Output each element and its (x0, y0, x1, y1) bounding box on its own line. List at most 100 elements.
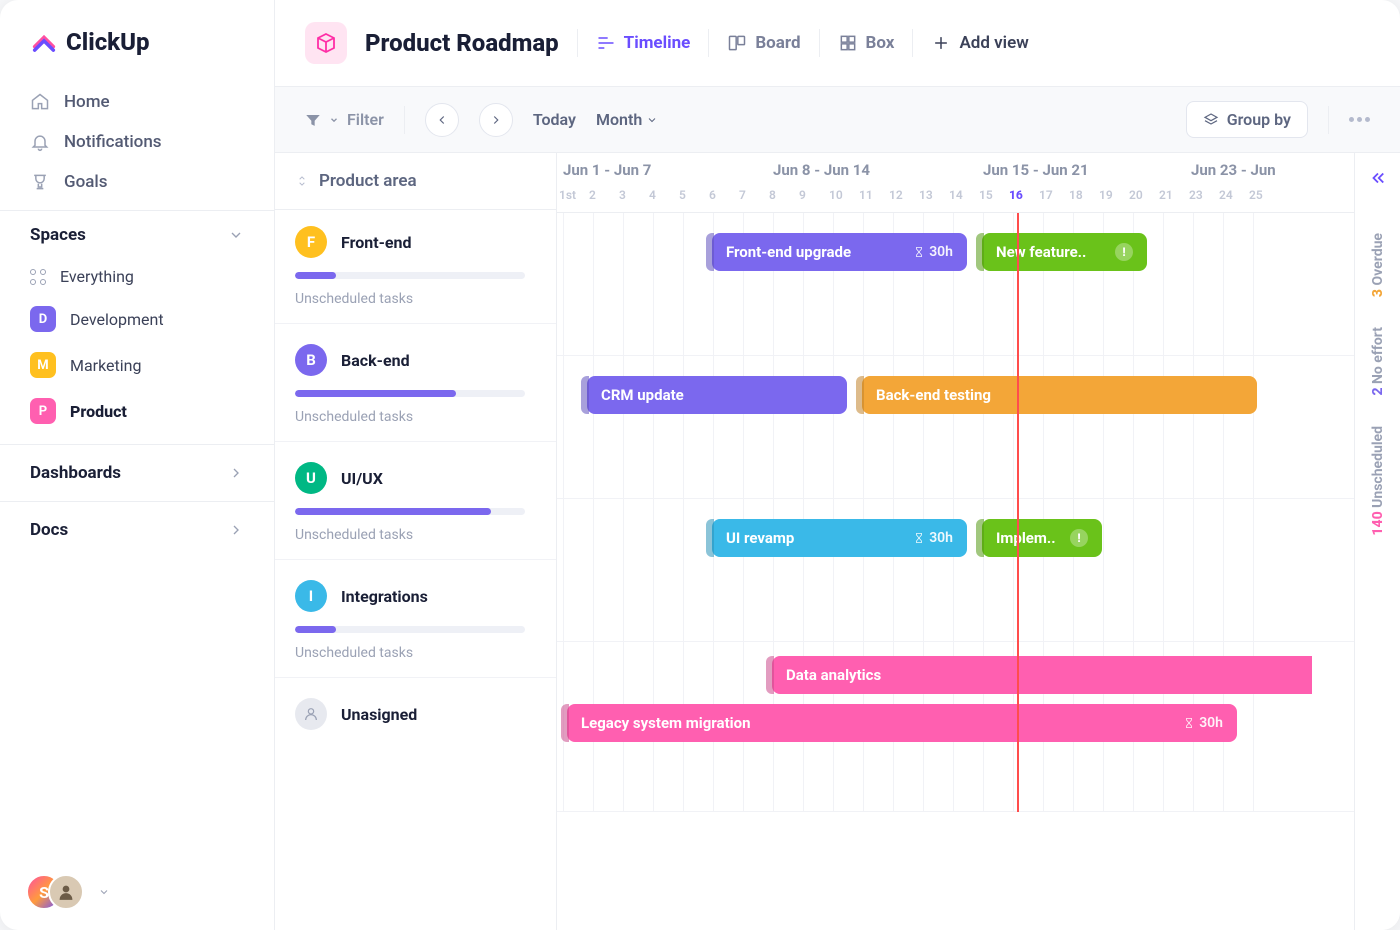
day-label: 19 (1099, 188, 1113, 202)
more-button[interactable] (1349, 117, 1370, 122)
bell-icon (30, 132, 50, 152)
timeline-icon (596, 33, 616, 53)
chevron-down-icon (646, 114, 658, 126)
count-unscheduled[interactable]: 140 Unscheduled (1370, 426, 1386, 536)
track-row: UI revamp 30h Implem.. ! (557, 499, 1400, 642)
filter-label: Filter (347, 110, 384, 129)
group-integrations[interactable]: IIntegrations Unscheduled tasks (275, 559, 556, 667)
task-bar-back-end-testing[interactable]: Back-end testing (862, 376, 1257, 414)
collapse-panel-button[interactable] (1355, 153, 1400, 203)
hourglass-icon (1183, 716, 1195, 730)
next-button[interactable] (479, 103, 513, 137)
group-uiux[interactable]: UUI/UX Unscheduled tasks (275, 441, 556, 549)
task-bar-ui-revamp[interactable]: UI revamp 30h (712, 519, 967, 557)
unscheduled-tasks-label[interactable]: Unscheduled tasks (295, 527, 536, 543)
user-icon (57, 883, 75, 901)
count-overdue[interactable]: 3 Overdue (1370, 233, 1386, 297)
day-label: 21 (1159, 188, 1173, 202)
group-frontend[interactable]: FFront-end Unscheduled tasks (275, 210, 556, 313)
layers-icon (1203, 112, 1219, 128)
prev-button[interactable] (425, 103, 459, 137)
track-row: Data analytics Legacy system migration 3… (557, 642, 1400, 812)
nav-dashboards[interactable]: Dashboards (0, 444, 274, 501)
day-label: 1st (559, 188, 576, 202)
trophy-icon (30, 172, 50, 192)
chevron-right-icon (489, 113, 503, 127)
divider (404, 106, 405, 134)
column-header[interactable]: Product area (275, 153, 556, 210)
add-view-label: Add view (959, 33, 1028, 53)
group-badge: F (295, 226, 327, 258)
unscheduled-tasks-label[interactable]: Unscheduled tasks (295, 645, 536, 661)
app-logo[interactable]: ClickUp (0, 0, 274, 74)
unscheduled-tasks-label[interactable]: Unscheduled tasks (295, 409, 536, 425)
group-badge: I (295, 580, 327, 612)
week-label: Jun 15 - Jun 21 (983, 161, 1089, 179)
group-label: Back-end (341, 351, 410, 370)
unscheduled-tasks-label[interactable]: Unscheduled tasks (295, 291, 536, 307)
space-badge: D (30, 306, 56, 332)
nav-goals-label: Goals (64, 172, 107, 192)
progress-bar (295, 508, 525, 515)
space-marketing-label: Marketing (70, 356, 141, 375)
right-panel: 3 Overdue 2 No effort 140 Unscheduled (1354, 153, 1400, 930)
view-box[interactable]: Box (838, 33, 895, 53)
nav-notifications[interactable]: Notifications (20, 122, 254, 162)
hourglass-icon (913, 245, 925, 259)
progress-bar (295, 390, 525, 397)
day-label: 12 (889, 188, 903, 202)
spaces-title: Spaces (30, 225, 86, 245)
view-board-label: Board (755, 33, 800, 53)
space-product[interactable]: P Product (20, 388, 254, 434)
column-header-label: Product area (319, 171, 417, 191)
nav-goals[interactable]: Goals (20, 162, 254, 202)
day-label: 3 (619, 188, 626, 202)
group-backend[interactable]: BBack-end Unscheduled tasks (275, 323, 556, 431)
task-bar-data-analytics[interactable]: Data analytics (772, 656, 1312, 694)
chevron-down-icon (98, 886, 110, 898)
task-bar-new-feature[interactable]: New feature.. ! (982, 233, 1147, 271)
chevron-right-icon (228, 465, 244, 481)
view-board[interactable]: Board (727, 33, 800, 53)
user-menu[interactable]: S (0, 854, 274, 930)
avatar (48, 874, 84, 910)
view-timeline[interactable]: Timeline (596, 33, 691, 53)
scale-dropdown[interactable]: Month (596, 110, 658, 129)
spaces-header[interactable]: Spaces (0, 210, 274, 255)
task-hours: 30h (929, 530, 953, 546)
day-label: 15 (979, 188, 993, 202)
space-development[interactable]: D Development (20, 296, 254, 342)
group-unassigned[interactable]: Unasigned (275, 677, 556, 736)
task-bar-front-end-upgrade[interactable]: Front-end upgrade 30h (712, 233, 967, 271)
filter-icon (305, 112, 321, 128)
view-box-label: Box (866, 33, 895, 53)
page-icon (305, 22, 347, 64)
task-bar-legacy-migration[interactable]: Legacy system migration 30h (567, 704, 1237, 742)
filter-button[interactable]: Filter (305, 110, 384, 129)
double-chevron-left-icon (1369, 169, 1387, 187)
today-button[interactable]: Today (533, 110, 576, 129)
day-label: 5 (679, 188, 686, 202)
day-label: 10 (829, 188, 843, 202)
group-by-button[interactable]: Group by (1186, 101, 1308, 138)
space-everything[interactable]: Everything (20, 257, 254, 296)
day-label: 14 (949, 188, 963, 202)
day-label: 13 (919, 188, 933, 202)
progress-bar (295, 272, 525, 279)
task-label: Back-end testing (876, 386, 991, 404)
day-label: 16 (1009, 188, 1023, 202)
nav-docs[interactable]: Docs (0, 501, 274, 558)
space-marketing[interactable]: M Marketing (20, 342, 254, 388)
task-bar-implem[interactable]: Implem.. ! (982, 519, 1102, 557)
task-bar-crm-update[interactable]: CRM update (587, 376, 847, 414)
count-no-effort[interactable]: 2 No effort (1370, 327, 1386, 396)
divider (912, 29, 913, 57)
add-view-button[interactable]: Add view (931, 33, 1028, 53)
task-label: UI revamp (726, 529, 794, 547)
sort-icon (295, 174, 309, 188)
nav-home[interactable]: Home (20, 82, 254, 122)
divider (708, 29, 709, 57)
day-label: 23 (1189, 188, 1203, 202)
divider (577, 29, 578, 57)
view-timeline-label: Timeline (624, 33, 691, 53)
